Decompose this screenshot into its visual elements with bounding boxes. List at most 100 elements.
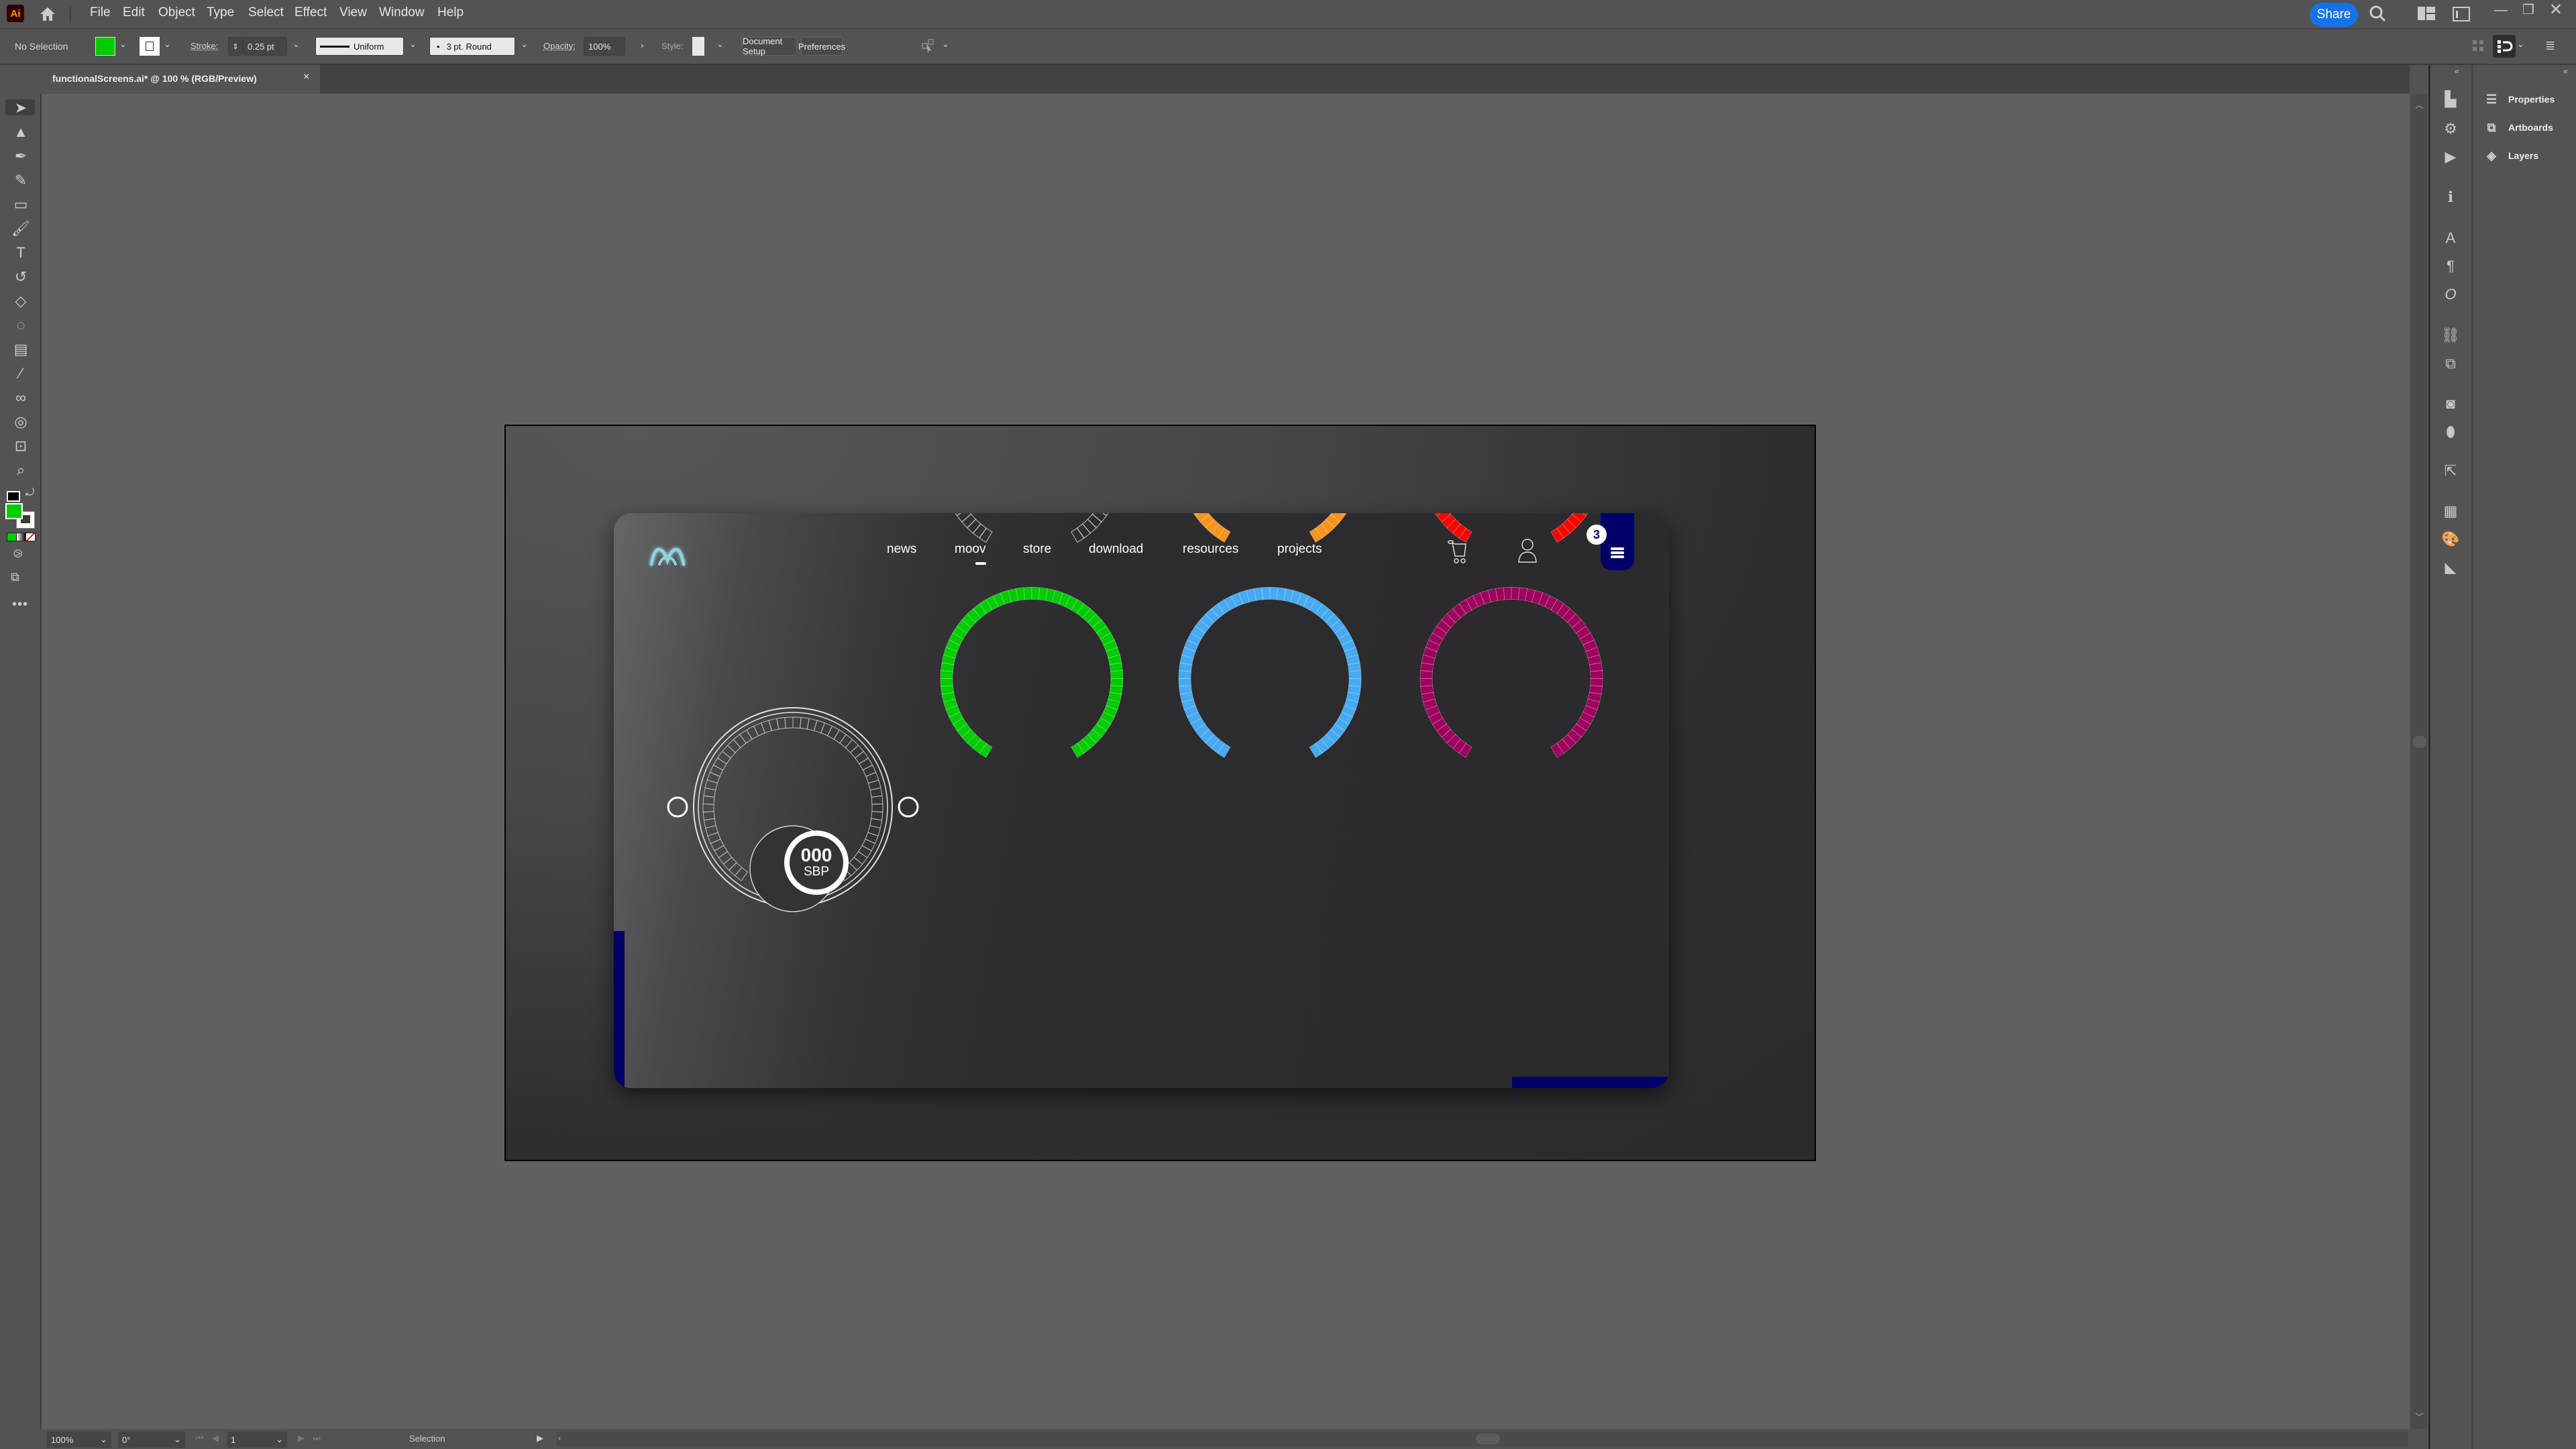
menu-help[interactable]: Help [437,5,464,20]
preferences-button[interactable]: Preferences [798,37,845,56]
stroke-weight-input[interactable]: 0.25 pt [243,37,287,56]
screen-mode-icon[interactable]: ⧉ [11,570,19,584]
nav-download[interactable]: download [1089,542,1143,557]
shape-builder-tool-icon[interactable]: ◎ [9,412,32,432]
collapse-panels-icon[interactable]: « [2563,66,2568,76]
menu-edit[interactable]: Edit [123,5,145,20]
libraries-icon[interactable]: ▙ [2440,89,2461,109]
sbp-knob[interactable] [657,704,929,939]
vertical-scroll-thumb[interactable] [2413,736,2426,748]
menu-select[interactable]: Select [248,5,284,20]
nav-news[interactable]: news [887,542,916,557]
stroke-stepper[interactable]: ⇕ [228,37,243,56]
panel-properties[interactable]: ☰ Properties [2483,89,2555,109]
menu-button[interactable] [1601,513,1634,570]
status-menu-arrow-icon[interactable]: ▶ [537,1433,543,1444]
zoom-tool-icon[interactable]: ⌕ [9,460,32,480]
graphic-style-swatch[interactable] [692,37,704,56]
paragraph-icon[interactable]: ¶ [2440,256,2461,276]
selection-ellipse-icon[interactable]: ⬮ [2440,422,2461,442]
color-palette-icon[interactable]: 🎨 [2440,529,2461,549]
nav-projects[interactable]: projects [1277,542,1322,557]
eraser-tool-icon[interactable]: ◇ [9,291,32,311]
menu-effect[interactable]: Effect [294,5,327,20]
export-icon[interactable]: ⇱ [2440,461,2461,481]
minimize-icon[interactable]: — [2494,3,2508,18]
nav-resources[interactable]: resources [1183,542,1238,557]
brush-chevron-icon[interactable]: ⌄ [521,39,528,50]
eyedropper-tool-icon[interactable]: ⁄ [9,364,32,384]
panel-layers[interactable]: ◈ Layers [2483,146,2538,166]
arrange-chevron-icon[interactable]: ⌄ [942,39,949,50]
pen-tool-icon[interactable]: ✒ [9,146,32,166]
fill-color-box[interactable] [5,503,23,519]
horizontal-scroll-thumb[interactable] [1476,1434,1500,1444]
swap-fill-stroke-icon[interactable]: ⤾ [25,487,34,499]
stroke-profile-select[interactable]: Uniform [315,37,404,56]
snap-chevron-icon[interactable]: ⌄ [2517,39,2524,50]
document-setup-button[interactable]: Document Setup [742,36,797,56]
cart-icon[interactable] [1446,539,1470,566]
character-icon[interactable]: A [2440,228,2461,248]
search-icon[interactable] [2368,4,2387,23]
document-tab[interactable]: functionalScreens.ai* @ 100 % (RGB/Previ… [42,65,320,93]
links-icon[interactable]: ⛓ [2440,325,2461,345]
arrange-icon[interactable] [922,39,936,54]
gradient-tool-icon[interactable]: ▤ [9,339,32,360]
scroll-down-icon[interactable]: ﹀ [2415,1410,2424,1423]
restore-icon[interactable]: ❐ [2522,1,2534,18]
stroke-swatch[interactable] [140,37,160,56]
menu-type[interactable]: Type [207,5,234,20]
nav-moov[interactable]: moov [955,542,985,557]
nav-store[interactable]: store [1023,542,1051,557]
arrange-documents-icon[interactable] [2453,7,2470,21]
panel-menu-icon[interactable]: ≣ [2545,39,2555,53]
stroke-profile-chevron-icon[interactable]: ⌄ [409,39,417,50]
blend-tool-icon[interactable]: ∞ [9,388,32,408]
rotate-tool-icon[interactable]: ↺ [9,267,32,287]
user-icon[interactable] [1516,537,1539,564]
stroke-label[interactable]: Stroke: [191,41,218,51]
shaper-tool-icon[interactable]: ◌ [9,315,32,335]
selection-tool-icon[interactable]: ➤ [9,98,32,118]
draw-mode-icon[interactable]: ⧁ [13,547,23,561]
artboard-tool-icon[interactable]: ⊡ [9,436,32,456]
fill-dropdown-chevron-icon[interactable]: ⌄ [119,39,127,50]
zoom-level-select[interactable]: 100% ⌄ [47,1432,111,1448]
scroll-up-icon[interactable]: ︿ [2415,98,2424,111]
stroke-weight-chevron-icon[interactable]: ⌄ [292,39,300,50]
direct-selection-tool-icon[interactable]: ▲ [9,122,32,142]
style-chevron-icon[interactable]: ⌄ [716,39,724,50]
menu-view[interactable]: View [339,5,367,20]
close-window-icon[interactable]: ✕ [2549,0,2563,19]
paintbrush-tool-icon[interactable]: 🖌 [9,219,32,239]
image-trace-icon[interactable]: ⧉ [2440,354,2461,374]
type-tool-icon[interactable]: T [9,243,32,263]
opentype-icon[interactable]: O [2440,284,2461,305]
default-fill-stroke-icon[interactable] [7,491,20,502]
opacity-input[interactable]: 100% [584,37,625,56]
rotation-select[interactable]: 0° ⌄ [118,1432,185,1448]
previous-artboard-icon[interactable]: ◀ [212,1433,219,1444]
snap-toggle[interactable] [2493,35,2516,58]
opacity-arrow-icon[interactable]: › [641,40,643,50]
vertical-scrollbar[interactable]: ︿ ﹀ [2411,94,2427,1429]
curvature-tool-icon[interactable]: ✎ [9,170,32,191]
first-artboard-icon[interactable]: ⏮ [196,1433,204,1444]
gradient-mode-icon[interactable] [16,533,26,541]
info-icon[interactable]: ℹ [2440,187,2461,207]
grid-icon[interactable] [2471,39,2485,52]
menu-window[interactable]: Window [379,5,425,20]
scroll-left-icon[interactable]: ‹ [558,1433,561,1443]
opacity-label[interactable]: Opacity: [543,41,576,51]
workspace-switcher-icon[interactable] [2418,7,2435,20]
brush-select[interactable]: • 3 pt. Round [429,37,515,56]
more-tools-icon[interactable]: ••• [12,597,28,612]
artboard-number-select[interactable]: 1 ⌄ [227,1432,287,1448]
panel-artboards[interactable]: ⧉ Artboards [2483,117,2553,138]
menu-file[interactable]: File [90,5,111,20]
gradient-panel-icon[interactable]: ◣ [2440,557,2461,578]
home-icon[interactable] [39,5,56,23]
swatches-icon[interactable]: ▦ [2440,501,2461,521]
shape-icon[interactable]: ◙ [2440,394,2461,414]
